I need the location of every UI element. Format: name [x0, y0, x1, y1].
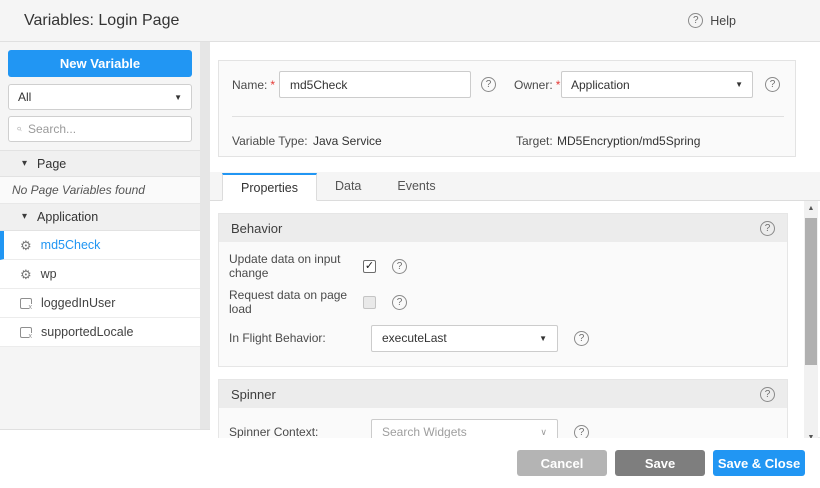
variable-icon — [20, 298, 32, 309]
update-data-help-icon[interactable]: ? — [392, 259, 407, 274]
tree-item-loggedinuser[interactable]: loggedInUser — [0, 289, 200, 318]
scroll-up-arrow[interactable]: ▲ — [804, 201, 818, 215]
dialog-header: Variables: Login Page ? Help — [0, 0, 820, 42]
request-data-checkbox[interactable] — [363, 296, 376, 309]
caret-down-icon: ▼ — [174, 93, 182, 102]
tree-group-page-label: Page — [37, 157, 66, 171]
target-value: MD5Encryption/md5Spring — [557, 134, 700, 148]
tree-item-supportedlocale[interactable]: supportedLocale — [0, 318, 200, 347]
save-button[interactable]: Save — [615, 450, 705, 476]
scrollbar-thumb[interactable] — [805, 218, 817, 365]
variable-summary-panel: Name:* ? Owner:* Application ▼ ? Variabl… — [218, 60, 796, 157]
property-label: In Flight Behavior: — [229, 331, 371, 345]
spinner-context-select[interactable]: Search Widgets ∨ — [371, 419, 558, 439]
tab-events[interactable]: Events — [379, 172, 453, 200]
property-row-in-flight: In Flight Behavior: executeLast ▼ ? — [219, 320, 787, 356]
property-label: Spinner Context: — [229, 425, 371, 438]
tree-group-page[interactable]: ▾ Page — [0, 150, 200, 177]
required-marker: * — [270, 78, 275, 92]
owner-select[interactable]: Application ▼ — [561, 71, 753, 98]
behavior-section-title: Behavior — [231, 221, 282, 236]
property-label: Request data on page load — [229, 288, 371, 316]
owner-label: Owner:* — [514, 78, 560, 92]
gear-icon: ⚙ — [20, 239, 32, 252]
help-label: Help — [710, 14, 736, 28]
behavior-section-header: Behavior ? — [219, 214, 787, 242]
tree-item-label: md5Check — [41, 238, 101, 252]
properties-panel: Behavior ? Update data on input change ✓… — [210, 201, 804, 438]
variable-editor: Name:* ? Owner:* Application ▼ ? Variabl… — [210, 42, 820, 438]
owner-help-icon[interactable]: ? — [765, 77, 780, 92]
page-title: Variables: Login Page — [24, 12, 179, 30]
name-field[interactable] — [279, 71, 471, 98]
tab-properties[interactable]: Properties — [222, 173, 317, 201]
required-marker: * — [556, 78, 561, 92]
editor-tabs: Properties Data Events — [210, 172, 820, 201]
spinner-section-header: Spinner ? — [219, 380, 787, 408]
tree-item-label: supportedLocale — [41, 325, 133, 339]
spinner-help-icon[interactable]: ? — [760, 387, 775, 402]
spinner-context-placeholder: Search Widgets — [382, 425, 467, 438]
in-flight-help-icon[interactable]: ? — [574, 331, 589, 346]
help-icon: ? — [688, 13, 703, 28]
variable-filter-value: All — [18, 90, 31, 104]
in-flight-behavior-value: executeLast — [382, 331, 447, 345]
gear-icon: ⚙ — [20, 268, 32, 281]
new-variable-button[interactable]: New Variable — [8, 50, 192, 77]
tree-group-application[interactable]: ▾ Application — [0, 204, 200, 231]
owner-value: Application — [571, 78, 630, 92]
search-icon — [17, 123, 22, 135]
target-label: Target: — [516, 134, 553, 148]
tree-item-md5check[interactable]: ⚙ md5Check — [0, 231, 200, 260]
property-row-update-data: Update data on input change ✓ ? — [219, 248, 787, 284]
tab-data[interactable]: Data — [317, 172, 379, 200]
variables-sidebar: New Variable All ▼ ▾ Page No Page Variab… — [0, 42, 200, 430]
properties-scrollbar[interactable]: ▲ ▼ — [804, 201, 818, 444]
save-and-close-button[interactable]: Save & Close — [713, 450, 805, 476]
tree-item-label: loggedInUser — [41, 296, 115, 310]
variables-dialog: Variables: Login Page ? Help New Variabl… — [0, 0, 820, 488]
triangle-down-icon: ▾ — [22, 159, 27, 169]
triangle-down-icon: ▾ — [22, 212, 27, 222]
tree-item-label: wp — [41, 267, 57, 281]
property-row-spinner-context: Spinner Context: Search Widgets ∨ ? — [219, 414, 787, 438]
page-empty-message: No Page Variables found — [0, 177, 200, 204]
cancel-button[interactable]: Cancel — [517, 450, 607, 476]
spinner-context-help-icon[interactable]: ? — [574, 425, 589, 439]
check-icon: ✓ — [365, 261, 374, 272]
variable-type-label: Variable Type: — [232, 134, 308, 148]
in-flight-behavior-select[interactable]: executeLast ▼ — [371, 325, 558, 352]
caret-down-icon: ▼ — [735, 80, 743, 89]
variable-filter-select[interactable]: All ▼ — [8, 84, 192, 110]
variable-icon — [20, 327, 32, 338]
chevron-down-icon: ∨ — [540, 427, 547, 438]
property-row-request-data: Request data on page load ? — [219, 284, 787, 320]
name-help-icon[interactable]: ? — [481, 77, 496, 92]
sidebar-separator — [200, 42, 210, 430]
search-input[interactable] — [28, 122, 183, 136]
tree-item-wp[interactable]: ⚙ wp — [0, 260, 200, 289]
behavior-help-icon[interactable]: ? — [760, 221, 775, 236]
name-label: Name:* — [232, 78, 275, 92]
variables-tree: ▾ Page No Page Variables found ▾ Applica… — [0, 150, 200, 347]
tree-group-application-label: Application — [37, 210, 98, 224]
update-data-checkbox[interactable]: ✓ — [363, 260, 376, 273]
help-link[interactable]: ? Help — [688, 13, 736, 28]
behavior-section: Behavior ? Update data on input change ✓… — [218, 213, 788, 367]
property-label: Update data on input change — [229, 252, 371, 280]
request-data-help-icon[interactable]: ? — [392, 295, 407, 310]
dialog-footer: Cancel Save Save & Close — [0, 438, 820, 488]
caret-down-icon: ▼ — [539, 334, 547, 343]
panel-divider — [232, 116, 784, 117]
variable-type-value: Java Service — [313, 134, 382, 148]
spinner-section-title: Spinner — [231, 387, 276, 402]
spinner-section: Spinner ? Spinner Context: Search Widget… — [218, 379, 788, 438]
search-box — [8, 116, 192, 142]
